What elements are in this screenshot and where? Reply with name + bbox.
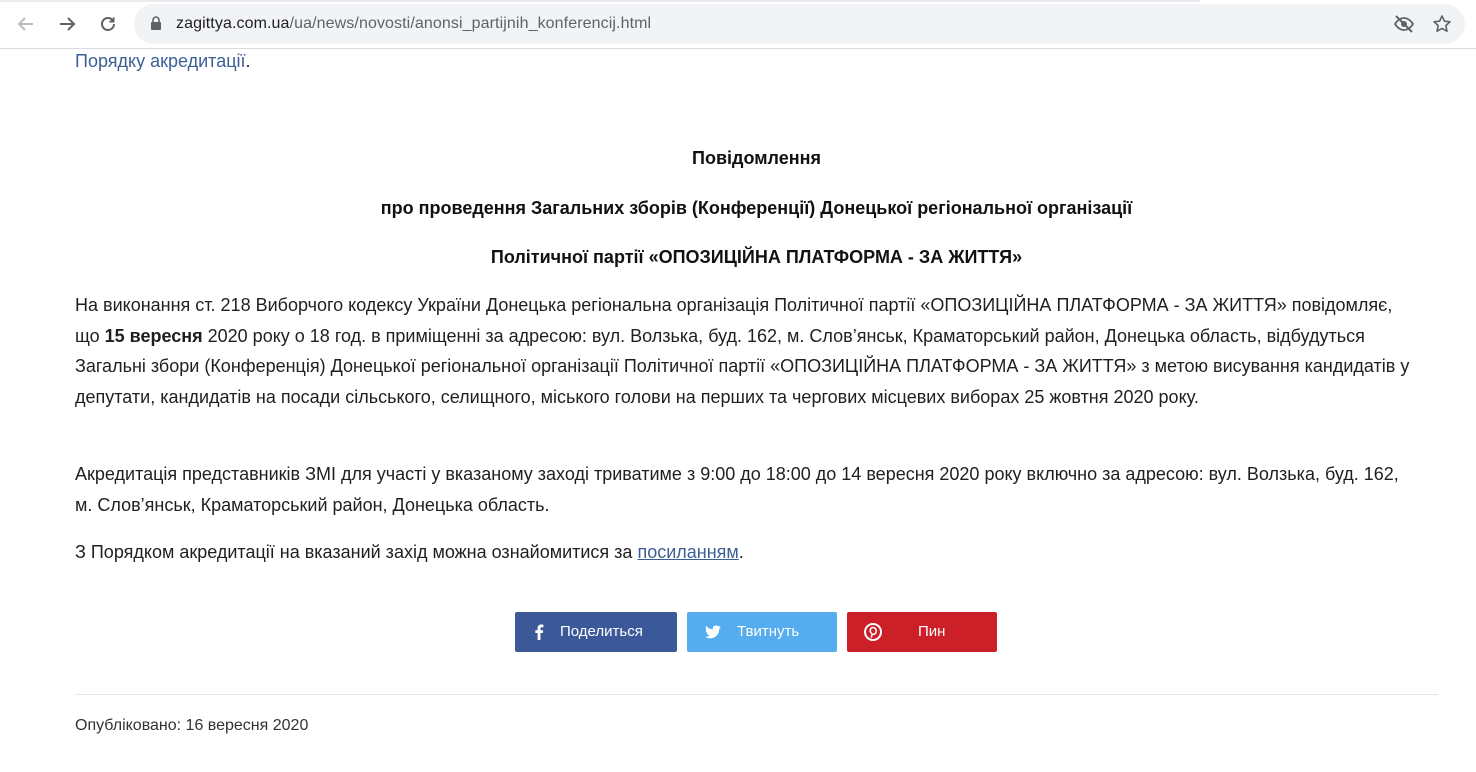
p3-text-b: .: [738, 542, 744, 562]
accreditation-order-link[interactable]: Порядку акредитації: [75, 51, 246, 71]
facebook-share-button[interactable]: Поделиться: [515, 612, 677, 652]
paragraph-accreditation-order: З Порядком акредитації на вказаний захід…: [75, 537, 1420, 568]
twitter-share-label: Твитнуть: [737, 623, 800, 640]
prev-tail-text: .: [245, 51, 251, 71]
paragraph-accreditation: Акредитація представників ЗМІ для участі…: [75, 464, 1399, 515]
forward-button[interactable]: [55, 12, 79, 36]
reload-button[interactable]: [96, 12, 120, 36]
paragraph-announcement: На виконання ст. 218 Виборчого кодексу У…: [75, 290, 1420, 412]
p3-text-a: З Порядком акредитації на вказаний захід…: [75, 542, 638, 562]
url-host: zagittya.com.ua: [176, 15, 290, 32]
facebook-share-label: Поделиться: [560, 623, 643, 640]
forward-icon: [60, 17, 76, 31]
notice-heading: Повідомлення: [692, 148, 821, 168]
published-date: Опубліковано: 16 вересня 2020: [75, 717, 309, 734]
address-bar[interactable]: zagittya.com.ua/ua/news/novosti/anonsi_p…: [134, 4, 1465, 44]
notice-party-name: Політичної партії «ОПОЗИЦІЙНА ПЛАТФОРМА …: [490, 247, 1023, 267]
eye-off-icon[interactable]: [1393, 13, 1415, 35]
divider: [75, 694, 1438, 695]
url-path: /ua/news/novosti/anonsi_partijnih_konfer…: [289, 15, 652, 32]
reload-icon: [101, 17, 115, 31]
browser-toolbar: zagittya.com.ua/ua/news/novosti/anonsi_p…: [0, 0, 1476, 49]
previous-paragraph-tail: Порядку акредитації.: [75, 51, 251, 72]
back-icon: [17, 17, 33, 31]
lock-icon[interactable]: [150, 16, 162, 36]
twitter-share-button[interactable]: Твитнуть: [687, 612, 837, 652]
url-text[interactable]: zagittya.com.ua/ua/news/novosti/anonsi_p…: [176, 15, 651, 33]
tab-strip-edge: [0, 0, 1200, 2]
facebook-icon: [529, 622, 549, 642]
p1-date-bold: 15 вересня: [104, 325, 203, 346]
back-button[interactable]: [14, 12, 38, 36]
twitter-icon: [703, 622, 723, 642]
pinterest-icon: [863, 622, 883, 642]
p1-text-b: 2020 року о 18 год. в приміщенні за адре…: [75, 325, 1410, 407]
pinterest-share-label: Пин: [918, 623, 946, 640]
accreditation-link[interactable]: посиланням: [637, 542, 738, 562]
pinterest-share-button[interactable]: Пин: [847, 612, 997, 652]
notice-subheading: про проведення Загальних зборів (Конфере…: [380, 198, 1133, 218]
star-icon[interactable]: [1431, 13, 1453, 35]
